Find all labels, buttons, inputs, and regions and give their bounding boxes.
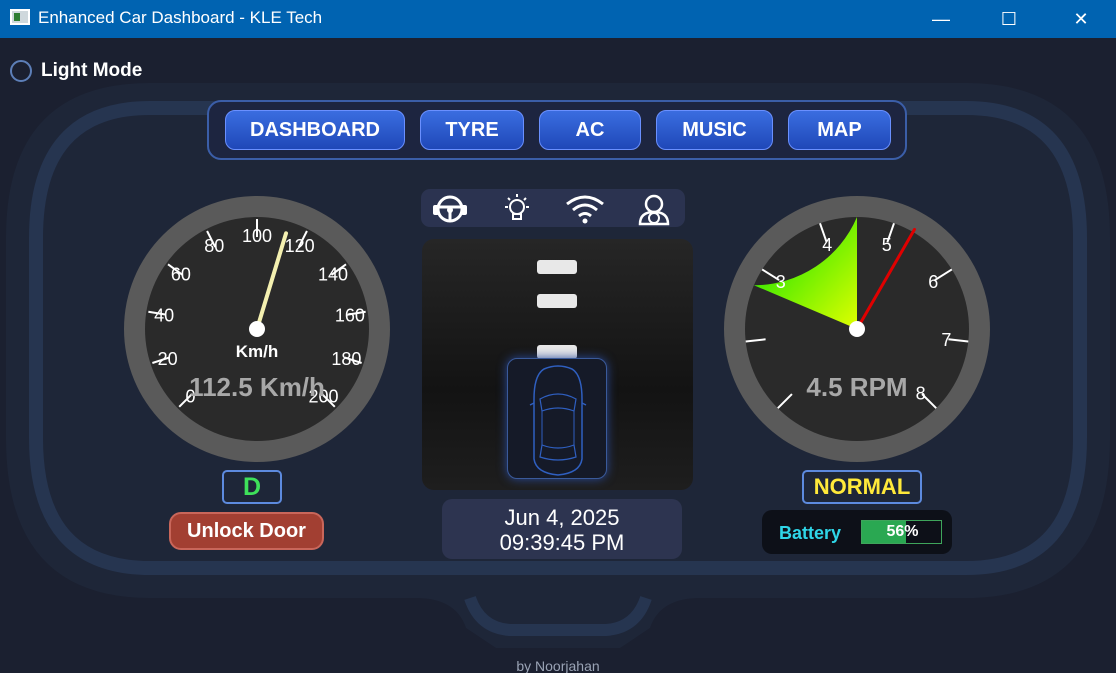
speed-tick-label: 140 [318,265,348,285]
battery-label: Battery [779,523,842,543]
maximize-button[interactable]: ☐ [986,0,1032,38]
rpm-needle-hub [849,321,865,337]
speed-tick-label: 60 [171,265,191,285]
light-mode-radio[interactable] [10,60,32,82]
rpm-readout: 4.5 RPM [806,372,907,402]
tab-map[interactable]: MAP [788,110,891,150]
speed-readout: 112.5 Km/h [189,372,325,402]
rpm-tick-label: 5 [882,235,892,255]
speed-tick-label: 160 [335,305,365,325]
tachometer-gauge: 3 4 5 6 7 8 4.5 RPM [724,196,990,462]
speed-tick-label: 120 [285,236,315,256]
rpm-tick-label: 7 [941,330,951,350]
nav-bar: DASHBOARD TYRE AC MUSIC MAP [207,100,907,160]
car-top-view [507,358,607,479]
battery-progress-bar: 56% [861,520,942,544]
tab-tyre[interactable]: TYRE [420,110,524,150]
rpm-tick-label: 4 [822,235,832,255]
battery-percent: 56% [886,523,919,540]
footer-credit: by Noorjahan [516,658,600,673]
speed-needle-hub [249,321,265,337]
tab-dashboard[interactable]: DASHBOARD [225,110,405,150]
app-icon [10,9,30,25]
time-text: 09:39:45 PM [499,530,625,555]
driver-icon[interactable] [635,192,673,226]
light-mode-label: Light Mode [41,60,143,81]
speed-tick-label: 20 [158,349,178,369]
date-text: Jun 4, 2025 [504,505,620,530]
dashboard-area: Light Mode DASHBOARD TYRE AC MUSIC MAP 0… [0,38,1116,673]
status-icons-bar [421,189,685,227]
close-button[interactable]: ✕ [1058,0,1104,38]
rpm-tick-label: 6 [928,272,938,292]
speed-tick-label: 100 [242,226,272,246]
car-icon [529,365,587,476]
speed-tick-label: 40 [154,305,174,325]
lane-marking [537,294,577,308]
speed-unit-label: Km/h [236,342,279,361]
speed-tick-label: 180 [331,349,361,369]
steering-wheel-icon[interactable] [431,192,469,224]
road-view-panel [422,239,693,490]
rpm-tick-label: 8 [916,384,926,404]
light-bulb-icon[interactable] [498,192,536,224]
rpm-tick-label: 3 [776,272,786,292]
speed-tick-label: 80 [204,236,224,256]
drive-mode-indicator: NORMAL [802,470,922,504]
datetime-display: Jun 4, 2025 09:39:45 PM [442,499,682,559]
gear-indicator: D [222,470,282,504]
wifi-icon[interactable] [564,192,606,224]
speedometer-gauge: 020406080100120140160180200 Km/h 112.5 K… [124,196,390,462]
title-bar: Enhanced Car Dashboard - KLE Tech — ☐ ✕ [0,0,1116,38]
tab-ac[interactable]: AC [539,110,641,150]
lane-marking [537,345,577,359]
battery-panel: Battery 56% [762,510,952,554]
window-title: Enhanced Car Dashboard - KLE Tech [38,8,323,27]
minimize-button[interactable]: — [918,0,964,38]
unlock-door-button[interactable]: Unlock Door [169,512,324,550]
tab-music[interactable]: MUSIC [656,110,773,150]
lane-marking [537,260,577,274]
